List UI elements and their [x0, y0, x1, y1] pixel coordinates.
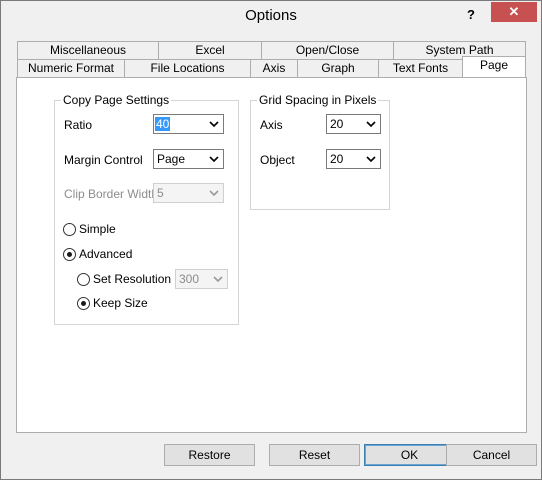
tab-open-close[interactable]: Open/Close — [261, 41, 394, 59]
tab-label: System Path — [425, 43, 494, 57]
axis-spacing-value: 20 — [330, 117, 344, 131]
tab-label: Open/Close — [295, 43, 360, 57]
ratio-label: Ratio — [64, 118, 93, 132]
set-resolution-label: Set Resolution — [93, 272, 172, 286]
tab-axis[interactable]: Axis — [250, 59, 298, 77]
dropdown-arrow-icon — [209, 121, 219, 128]
help-button[interactable]: ? — [461, 6, 481, 24]
object-spacing-value: 20 — [330, 152, 344, 166]
tab-label: Text Fonts — [392, 61, 449, 75]
reset-button[interactable]: Reset — [269, 444, 360, 466]
restore-button[interactable]: Restore — [164, 444, 255, 466]
dropdown-arrow-icon — [209, 190, 219, 197]
keep-size-radio[interactable] — [77, 297, 90, 310]
dropdown-arrow-icon — [213, 276, 223, 283]
object-spacing-dropdown[interactable]: 20 — [326, 149, 381, 169]
axis-spacing-dropdown[interactable]: 20 — [326, 114, 381, 134]
title-bar: Options ? ✕ — [1, 1, 541, 31]
tab-label: Axis — [262, 61, 286, 75]
group-title: Copy Page Settings — [61, 93, 172, 107]
advanced-label: Advanced — [79, 247, 133, 261]
tab-label: File Locations — [150, 61, 225, 75]
group-title: Grid Spacing in Pixels — [257, 93, 379, 107]
advanced-radio[interactable] — [63, 248, 76, 261]
dropdown-arrow-icon — [366, 121, 376, 128]
margin-control-dropdown[interactable]: Page — [153, 149, 224, 169]
tab-file-locations[interactable]: File Locations — [124, 59, 251, 77]
tab-graph[interactable]: Graph — [297, 59, 379, 77]
margin-control-value: Page — [157, 152, 186, 166]
clip-border-width-dropdown[interactable]: 5 — [153, 183, 224, 203]
copy-page-settings-group: Copy Page Settings Ratio 40 Margin Contr… — [54, 93, 239, 325]
cancel-button[interactable]: Cancel — [446, 444, 537, 466]
page-tab-panel: Copy Page Settings Ratio 40 Margin Contr… — [16, 77, 527, 433]
margin-control-label: Margin Control — [64, 153, 143, 167]
resolution-dropdown[interactable]: 300 — [175, 269, 228, 289]
keep-size-label: Keep Size — [93, 296, 148, 310]
resolution-value: 300 — [179, 272, 200, 286]
radio-selected-dot — [67, 252, 72, 257]
object-label: Object — [260, 153, 295, 167]
radio-selected-dot — [81, 301, 86, 306]
tab-page[interactable]: Page — [462, 56, 526, 77]
options-window: Options ? ✕ Miscellaneous Excel Open/Clo… — [0, 0, 542, 480]
tab-label: Excel — [195, 43, 225, 57]
help-icon: ? — [467, 7, 475, 22]
clip-border-width-label: Clip Border Width — [64, 187, 159, 201]
axis-label: Axis — [260, 118, 283, 132]
grid-spacing-group: Grid Spacing in Pixels Axis 20 Object 20 — [250, 93, 390, 210]
ratio-dropdown[interactable]: 40 — [153, 114, 224, 134]
tab-label: Page — [479, 58, 509, 72]
tab-label: Numeric Format — [27, 61, 114, 75]
ratio-value: 40 — [155, 117, 171, 131]
clip-border-width-value: 5 — [157, 186, 164, 200]
tab-label: Graph — [321, 61, 355, 75]
close-button[interactable]: ✕ — [491, 2, 537, 22]
tab-text-fonts[interactable]: Text Fonts — [378, 59, 463, 77]
tab-label: Miscellaneous — [49, 43, 127, 57]
ok-button[interactable]: OK — [364, 444, 455, 466]
tab-numeric-format[interactable]: Numeric Format — [17, 59, 125, 77]
dropdown-arrow-icon — [366, 156, 376, 163]
simple-label: Simple — [79, 222, 116, 236]
dropdown-arrow-icon — [209, 156, 219, 163]
tab-excel[interactable]: Excel — [158, 41, 262, 59]
tab-miscellaneous[interactable]: Miscellaneous — [17, 41, 159, 59]
simple-radio[interactable] — [63, 223, 76, 236]
set-resolution-radio[interactable] — [77, 273, 90, 286]
window-title: Options — [245, 7, 297, 24]
close-icon: ✕ — [508, 4, 520, 19]
